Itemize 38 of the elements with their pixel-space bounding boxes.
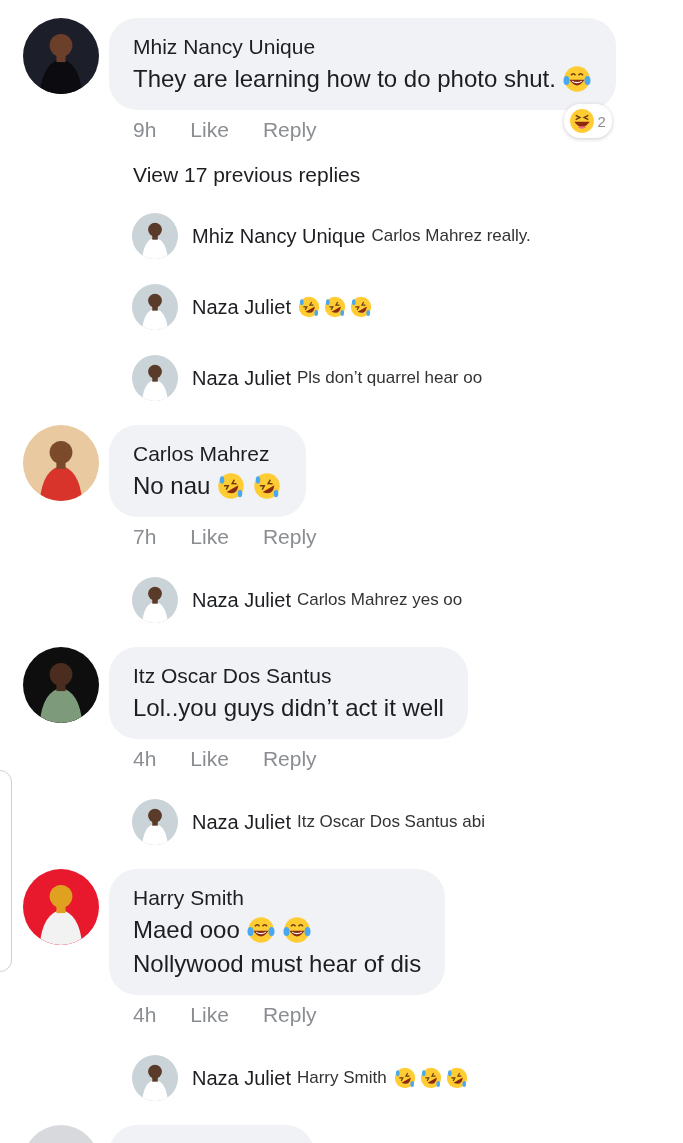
- reply-text: Itz Oscar Dos Santus abi: [296, 812, 485, 832]
- author-name[interactable]: Mhiz Nancy Unique: [133, 32, 592, 62]
- comment-text: They are learning how to do photo shut.: [133, 64, 556, 94]
- author-name[interactable]: Naza Juliet: [192, 366, 291, 390]
- author-name[interactable]: Carlos Mahrez: [133, 439, 283, 469]
- rolling-laughing-emoji-icon: [296, 295, 321, 319]
- comment-time: 4h: [133, 747, 157, 771]
- rolling-laughing-emoji-icon: [348, 295, 373, 319]
- author-name[interactable]: Naza Juliet: [192, 1066, 291, 1090]
- rolling-laughing-emoji-icon: [418, 1066, 443, 1090]
- author-name[interactable]: Naza Juliet: [192, 295, 291, 319]
- author-name[interactable]: Naza Juliet: [192, 810, 291, 834]
- comment-time: 7h: [133, 525, 157, 549]
- rolling-laughing-emoji-icon: [252, 471, 283, 501]
- author-name[interactable]: Itz Oscar Dos Santus: [133, 661, 444, 691]
- reply-text: Harry Smith: [296, 1068, 387, 1088]
- reply-text: Carlos Mahrez yes oo: [296, 590, 463, 610]
- comment-text: Maed ooo: [133, 915, 240, 945]
- author-name[interactable]: Mhiz Nancy Unique: [192, 224, 366, 248]
- comment-time: 4h: [133, 1003, 157, 1027]
- comment-time: 9h: [133, 118, 157, 142]
- rolling-laughing-emoji-icon: [322, 295, 347, 319]
- author-name[interactable]: Harry Smith: [133, 883, 422, 913]
- rolling-laughing-emoji-icon: [216, 471, 247, 501]
- grinning-squint-emoji-icon: [567, 107, 596, 135]
- author-name[interactable]: Naza Juliet: [192, 588, 291, 612]
- comment-text: Nollywood must hear of dis: [133, 949, 422, 979]
- view-replies-link[interactable]: View 17 previous replies: [109, 162, 367, 188]
- reply-text: Pls don’t quarrel hear oo: [296, 368, 483, 388]
- rolling-laughing-emoji-icon: [444, 1066, 469, 1090]
- laughing-tears-emoji-icon: [561, 64, 592, 94]
- laughing-tears-emoji-icon: [281, 915, 312, 945]
- reaction-count: 2: [597, 112, 606, 130]
- rolling-laughing-emoji-icon: [392, 1066, 417, 1090]
- comment-text: Lol..you guys didn’t act it well: [133, 693, 444, 723]
- reply-text: Carlos Mahrez really.: [371, 226, 531, 246]
- comment-text: No nau: [133, 471, 211, 501]
- laughing-tears-emoji-icon: [245, 915, 276, 945]
